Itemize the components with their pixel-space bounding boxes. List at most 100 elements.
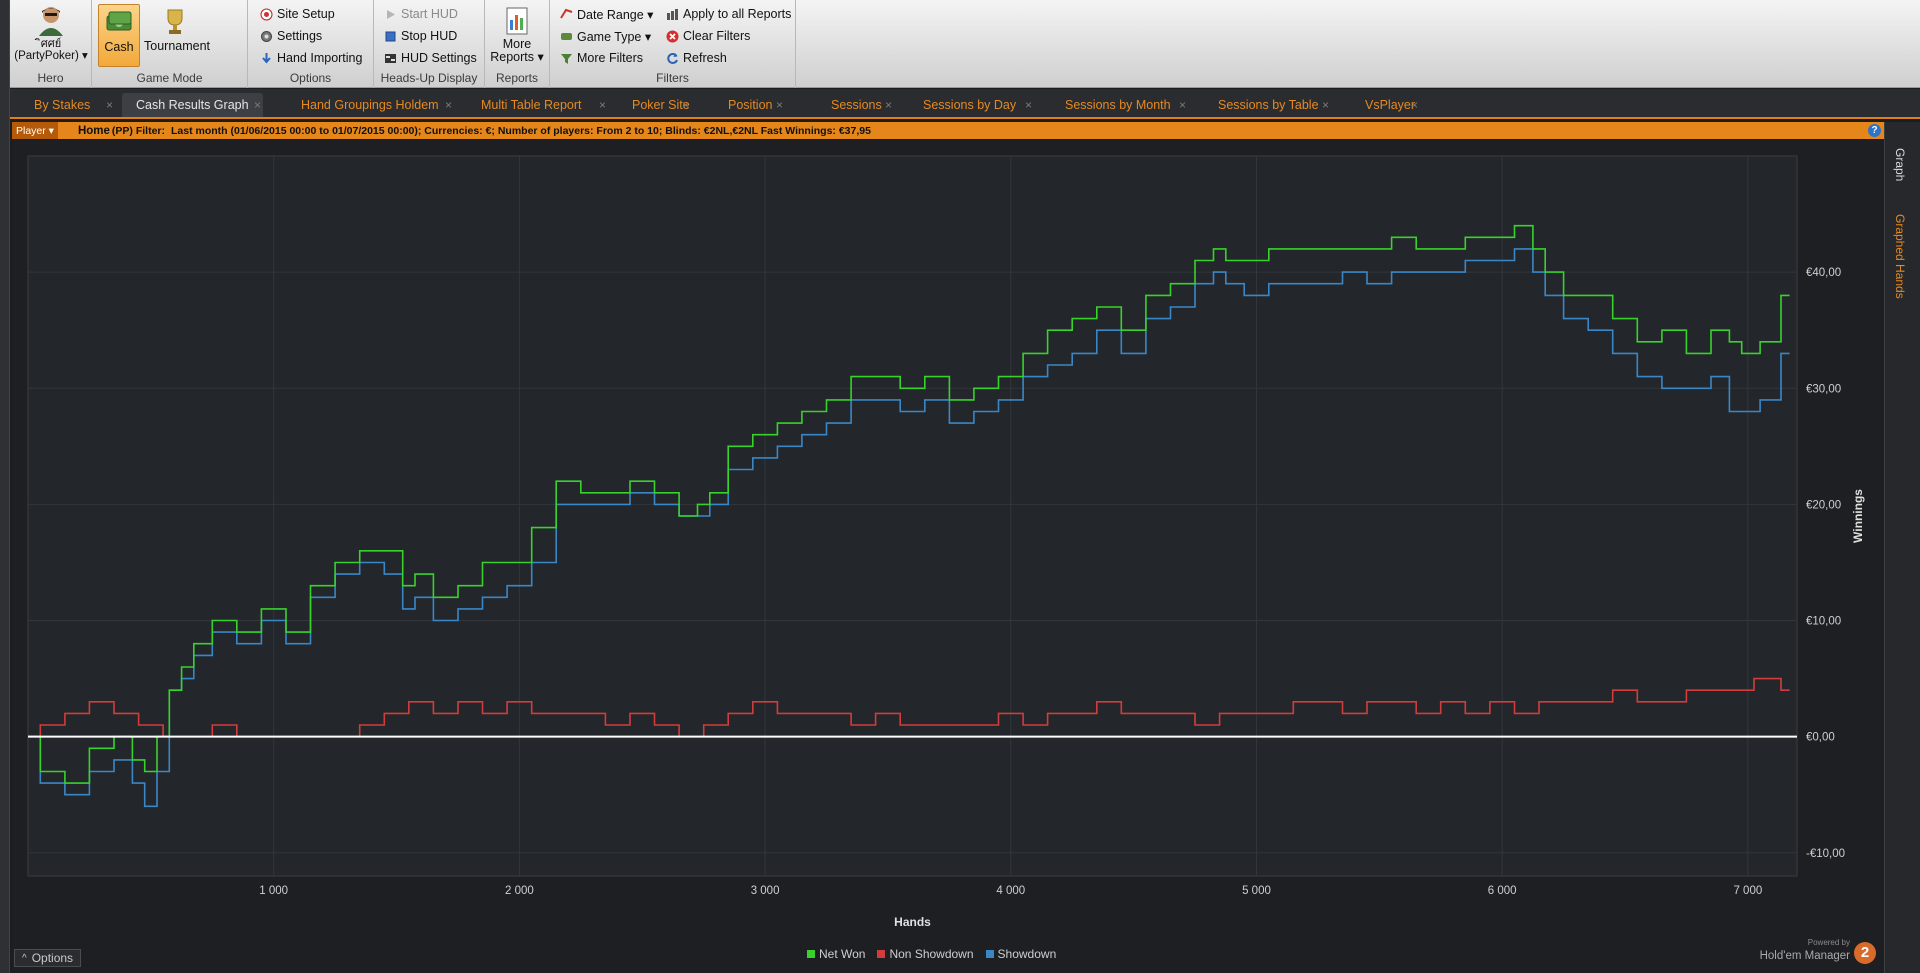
graph-tab[interactable]: Graph xyxy=(1893,148,1907,181)
y-tick-label: €20,00 xyxy=(1806,499,1841,511)
stop-hud-button[interactable]: Stop HUD xyxy=(384,29,457,43)
refresh-label: Refresh xyxy=(683,51,727,65)
plot-area xyxy=(27,155,1798,877)
legend-label: Non Showdown xyxy=(889,947,974,961)
stop-icon xyxy=(385,31,396,41)
tab-sessions-by-day[interactable]: Sessions by Day × xyxy=(909,93,1032,117)
tab-by-stakes[interactable]: By Stakes × xyxy=(20,93,113,117)
clear-filters-button[interactable]: Clear Filters xyxy=(666,29,750,43)
cash-mode-button[interactable]: Cash xyxy=(98,4,140,67)
play-icon xyxy=(387,9,395,19)
start-hud-button[interactable]: Start HUD xyxy=(384,7,458,21)
game-type-label: Game Type ▾ xyxy=(577,30,652,44)
tab-sessions[interactable]: Sessions × xyxy=(817,93,896,117)
filters-group-label: Filters xyxy=(656,71,689,85)
more-reports-label-2: Reports ▾ xyxy=(490,50,544,64)
close-tab-icon[interactable]: × xyxy=(776,98,783,112)
date-range-button[interactable]: Date Range ▾ xyxy=(560,7,653,22)
trophy-icon xyxy=(167,9,183,34)
import-icon xyxy=(262,52,271,64)
close-tab-icon[interactable]: × xyxy=(106,98,113,112)
tab-label: Cash Results Graph xyxy=(136,98,249,112)
close-tab-icon[interactable]: × xyxy=(885,98,892,112)
hero-group: ิศศย์ (PartyPoker) ▾ Hero xyxy=(10,0,92,88)
powered-by-text: Powered by xyxy=(1807,938,1850,947)
y-axis-title: Winnings xyxy=(1851,489,1865,543)
x-tick-label: 1 000 xyxy=(259,885,288,897)
tab-hand-groupings-holdem[interactable]: Hand Groupings Holdem × xyxy=(287,93,453,117)
site-setup-icon xyxy=(260,8,273,20)
y-tick-label: €10,00 xyxy=(1806,616,1841,628)
apply-all-reports-button[interactable]: Apply to all Reports xyxy=(666,7,791,21)
tab-poker-site[interactable]: Poker Site × xyxy=(618,93,704,117)
apply-all-icon xyxy=(667,8,678,20)
close-tab-icon[interactable]: × xyxy=(1179,98,1186,112)
tab-label: Sessions xyxy=(831,98,882,112)
legend-swatch xyxy=(877,950,886,958)
calendar-icon xyxy=(560,8,573,19)
close-tab-icon[interactable]: × xyxy=(254,98,261,112)
window-edge xyxy=(0,0,10,973)
clear-icon xyxy=(666,30,679,42)
options-toggle-button[interactable]: ^ Options xyxy=(14,949,82,967)
site-setup-label: Site Setup xyxy=(277,7,335,21)
x-tick-label: 2 000 xyxy=(505,885,534,897)
help-icon[interactable]: ? xyxy=(1868,124,1881,137)
hud-group-label: Heads-Up Display xyxy=(380,71,478,85)
chart-legend: Net Won Non Showdown Showdown xyxy=(807,947,1056,961)
refresh-button[interactable]: Refresh xyxy=(666,51,727,65)
hud-group: Start HUD Stop HUD HUD Settings Heads-Up… xyxy=(374,0,485,88)
close-tab-icon[interactable]: × xyxy=(682,98,689,112)
hand-importing-button[interactable]: Hand Importing xyxy=(260,51,362,65)
player-dropdown[interactable]: Player ▾ xyxy=(12,122,58,139)
legend-label: Showdown xyxy=(997,947,1057,961)
hud-settings-button[interactable]: HUD Settings xyxy=(384,51,477,65)
graphed-hands-tab[interactable]: Graphed Hands xyxy=(1893,214,1907,299)
close-tab-icon[interactable]: × xyxy=(1322,98,1329,112)
more-reports-button[interactable]: More Reports ▾ xyxy=(487,4,547,64)
tab-multi-table-report[interactable]: Multi Table Report × xyxy=(467,93,606,117)
game-mode-group-label: Game Mode xyxy=(136,71,203,85)
tab-sessions-by-month[interactable]: Sessions by Month × xyxy=(1051,93,1186,117)
legend-item-non-showdown[interactable]: Non Showdown xyxy=(877,947,974,961)
hero-button[interactable]: ิศศย์ (PartyPoker) ▾ xyxy=(14,4,88,63)
tab-vsplayer[interactable]: VsPlayer × xyxy=(1351,93,1429,117)
brand-name: Hold'em Manager xyxy=(1759,950,1850,962)
hero-name: ิศศย์ xyxy=(40,38,62,50)
tab-sessions-by-table[interactable]: Sessions by Table × xyxy=(1204,93,1333,117)
report-tab-bar: By Stakes × Cash Results Graph × Hand Groupi… xyxy=(10,89,1920,119)
tab-label: Sessions by Month xyxy=(1065,98,1171,112)
x-axis-title: Hands xyxy=(894,915,931,929)
tab-position[interactable]: Position × xyxy=(714,93,786,117)
x-tick-label: 4 000 xyxy=(996,885,1025,897)
more-filters-button[interactable]: More Filters xyxy=(560,51,643,65)
tab-cash-results-graph[interactable]: Cash Results Graph × xyxy=(122,93,263,117)
hand-importing-label: Hand Importing xyxy=(277,51,363,65)
close-tab-icon[interactable]: × xyxy=(599,98,606,112)
hero-avatar-icon xyxy=(39,7,63,36)
ribbon-toolbar: ิศศย์ (PartyPoker) ▾ Hero Cash Tournamen… xyxy=(10,0,1920,88)
game-type-button[interactable]: Game Type ▾ xyxy=(560,29,651,44)
settings-button[interactable]: Settings xyxy=(260,29,322,43)
stop-hud-label: Stop HUD xyxy=(401,29,458,43)
clear-filters-label: Clear Filters xyxy=(683,29,751,43)
close-tab-icon[interactable]: × xyxy=(1411,98,1418,112)
filters-group: Date Range ▾ Game Type ▾ More Filters Ap… xyxy=(550,0,796,88)
site-setup-button[interactable]: Site Setup xyxy=(260,7,335,21)
hud-settings-icon xyxy=(385,53,396,63)
chevron-up-icon: ^ xyxy=(22,952,27,964)
y-tick-label: -€10,00 xyxy=(1806,848,1845,860)
apply-all-label: Apply to all Reports xyxy=(683,7,792,21)
options-label: Options xyxy=(31,951,74,965)
close-tab-icon[interactable]: × xyxy=(1025,98,1032,112)
legend-item-net-won[interactable]: Net Won xyxy=(807,947,865,961)
home-player-name: Home xyxy=(77,124,110,137)
hero-group-label: Hero xyxy=(37,71,64,85)
tournament-label: Tournament xyxy=(144,39,211,53)
legend-item-showdown[interactable]: Showdown xyxy=(985,947,1057,961)
hud-settings-label: HUD Settings xyxy=(401,51,477,65)
close-tab-icon[interactable]: × xyxy=(445,98,452,112)
tournament-mode-button[interactable]: Tournament xyxy=(144,4,210,53)
x-tick-label: 6 000 xyxy=(1488,885,1517,897)
filter-bar: Player ▾ Home (PP) Filter: Last month (0… xyxy=(12,122,1884,139)
